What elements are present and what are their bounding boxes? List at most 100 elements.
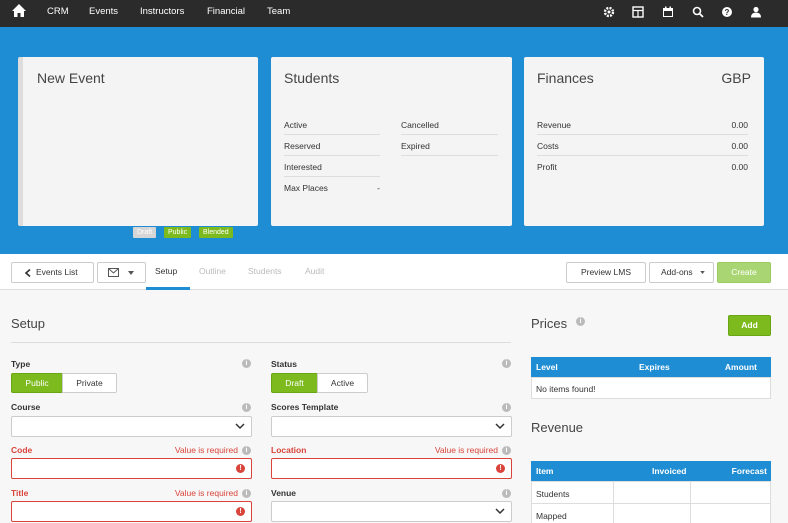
revenue-heading: Revenue	[531, 420, 584, 435]
info-icon: i	[502, 446, 511, 455]
caret-down-icon	[128, 271, 134, 275]
chevron-left-icon	[25, 269, 31, 277]
scores-template-select[interactable]	[271, 416, 512, 437]
info-icon: i	[242, 359, 251, 368]
finance-row: Profit 0.00	[537, 156, 748, 177]
students-card: Students Active Reserved Interested Max …	[271, 57, 512, 226]
title-input[interactable]: !	[11, 501, 252, 522]
column-header: Forecast	[731, 466, 767, 476]
revenue-table-header: Item Invoiced Forecast	[531, 461, 771, 481]
info-icon: i	[242, 489, 251, 498]
students-row: Interested	[284, 156, 380, 177]
status-badge-blended: Blended	[199, 227, 233, 238]
info-icon: i	[502, 489, 511, 498]
nav-events[interactable]: Events	[89, 0, 118, 27]
finance-row: Costs 0.00	[537, 135, 748, 156]
caret-down-icon	[700, 271, 705, 274]
status-draft-option[interactable]: Draft	[271, 373, 318, 393]
course-select[interactable]	[11, 416, 252, 437]
chevron-down-icon	[495, 423, 505, 430]
create-button[interactable]: Create	[717, 262, 771, 283]
grid-icon[interactable]	[631, 5, 645, 19]
type-public-option[interactable]: Public	[11, 373, 63, 393]
events-list-button[interactable]: Events List	[11, 262, 94, 283]
venue-label: Venue	[271, 488, 297, 498]
event-card-title: New Event	[37, 70, 105, 86]
column-header: Item	[536, 466, 554, 476]
column-header: Level	[536, 362, 558, 372]
row-label: Profit	[537, 162, 557, 172]
chevron-down-icon	[495, 508, 505, 515]
row-value: 0.00	[731, 162, 748, 172]
students-row: Max Places -	[284, 177, 380, 198]
row-label: Expired	[401, 141, 430, 151]
main-content: Setup Type i Public Private Status i Dra…	[0, 290, 788, 523]
currency-label: GBP	[721, 70, 751, 86]
tab-setup[interactable]: Setup	[155, 266, 177, 276]
type-label: Type	[11, 359, 31, 369]
students-row: Cancelled	[401, 114, 498, 135]
table-row: Students	[531, 481, 614, 504]
email-dropdown-button[interactable]	[97, 262, 146, 283]
status-label: Status	[271, 359, 297, 369]
column-header: Invoiced	[652, 466, 687, 476]
status-badge-public: Public	[164, 227, 192, 238]
forecast-cell	[690, 503, 771, 523]
title-label: Title	[11, 488, 29, 498]
calendar-icon[interactable]	[661, 5, 675, 19]
nav-team[interactable]: Team	[267, 0, 290, 27]
home-icon[interactable]	[11, 3, 27, 19]
info-icon: i	[576, 317, 585, 326]
search-icon[interactable]	[691, 5, 705, 19]
forecast-cell	[690, 481, 771, 504]
preview-lms-button[interactable]: Preview LMS	[566, 262, 646, 283]
type-private-option[interactable]: Private	[62, 373, 117, 393]
prices-heading: Prices	[531, 316, 568, 331]
add-price-button[interactable]: Add	[728, 315, 771, 336]
event-summary-panel: New Event Draft Public Blended Students …	[0, 27, 788, 254]
status-badge-draft: Draft	[133, 227, 157, 238]
prices-table-header: Level Expires Amount	[531, 357, 771, 377]
row-label: Active	[284, 120, 308, 130]
location-input[interactable]: !	[271, 458, 512, 479]
row-value: -	[377, 183, 380, 193]
empty-message: No items found!	[536, 384, 596, 394]
students-card-title: Students	[284, 70, 340, 86]
help-icon[interactable]: ?	[720, 5, 734, 19]
column-header: Amount	[724, 362, 757, 372]
row-label: Interested	[284, 162, 322, 172]
status-active-option[interactable]: Active	[317, 373, 368, 393]
row-value: 0.00	[731, 141, 748, 151]
nav-financial[interactable]: Financial	[207, 0, 245, 27]
row-label: Costs	[537, 141, 559, 151]
code-label: Code	[11, 445, 33, 455]
error-icon: !	[236, 464, 245, 473]
setup-heading: Setup	[11, 316, 45, 331]
students-row: Reserved	[284, 135, 380, 156]
location-label: Location	[271, 445, 307, 455]
info-icon: i	[502, 403, 511, 412]
info-icon: i	[242, 446, 251, 455]
envelope-icon	[108, 268, 119, 277]
prices-empty-row: No items found!	[531, 377, 771, 399]
user-icon[interactable]	[749, 5, 763, 19]
row-label: Mapped	[536, 511, 567, 521]
title-error-message: Value is required	[174, 488, 238, 498]
gear-icon[interactable]	[602, 5, 616, 19]
row-label: Revenue	[537, 120, 572, 130]
nav-instructors[interactable]: Instructors	[140, 0, 184, 27]
error-icon: !	[236, 507, 245, 516]
finance-row: Revenue 0.00	[537, 114, 748, 135]
tab-audit[interactable]: Audit	[305, 266, 324, 276]
code-input[interactable]: !	[11, 458, 252, 479]
nav-crm[interactable]: CRM	[47, 0, 69, 27]
info-icon: i	[242, 403, 251, 412]
tab-students[interactable]: Students	[248, 266, 282, 276]
venue-select[interactable]	[271, 501, 512, 522]
finances-card-title: Finances	[537, 70, 594, 86]
addons-dropdown-button[interactable]: Add-ons	[649, 262, 714, 283]
events-list-label: Events List	[36, 267, 78, 277]
tab-outline[interactable]: Outline	[199, 266, 226, 276]
table-row: Mapped	[531, 503, 614, 523]
location-error-message: Value is required	[434, 445, 498, 455]
